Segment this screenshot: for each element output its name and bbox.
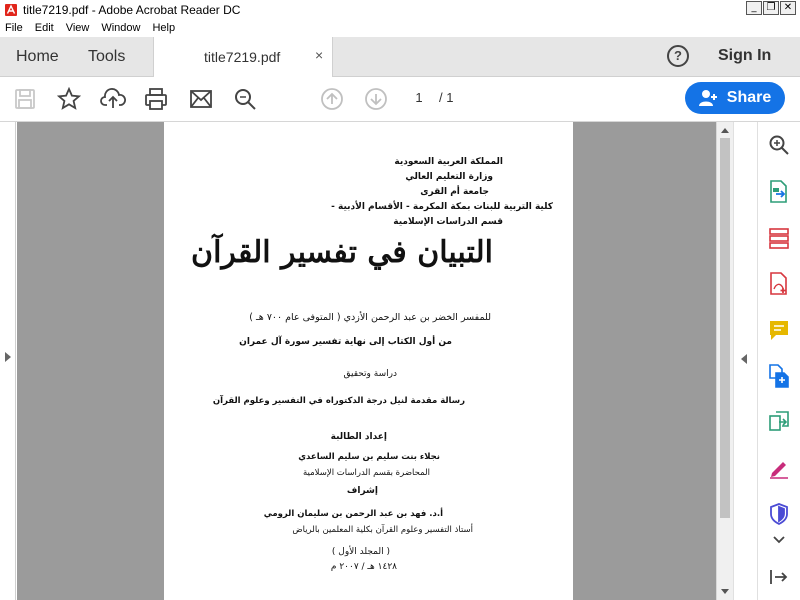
- prepared-by-label: إعداد الطالبة: [330, 432, 387, 442]
- scope-line: من أول الكتاب إلى نهاية تفسير سورة آل عم…: [239, 337, 452, 347]
- minimize-button[interactable]: _: [746, 1, 762, 15]
- tools-rail: [757, 122, 800, 600]
- export-pdf-icon[interactable]: [766, 179, 792, 205]
- right-panel-toggle[interactable]: [733, 122, 757, 600]
- document-tab-label: title7219.pdf: [204, 49, 281, 65]
- next-page-icon[interactable]: [362, 85, 390, 113]
- left-panel-toggle[interactable]: [0, 122, 16, 600]
- volume-label: ( المجلد الأول ): [331, 547, 390, 557]
- chevron-down-icon[interactable]: [766, 527, 792, 553]
- share-button[interactable]: Share: [685, 82, 785, 114]
- tab-document[interactable]: title7219.pdf ×: [153, 37, 333, 77]
- pdf-page: المملكة العربية السعودية وزارة التعليم ا…: [164, 122, 573, 600]
- publication-date: ١٤٢٨ هـ / ٢٠٠٧ م: [330, 562, 397, 572]
- study-line: دراسة وتحقيق: [343, 369, 397, 379]
- header-line-ministry: وزارة التعليم العالي: [405, 172, 493, 182]
- collapse-panel-icon[interactable]: [766, 564, 792, 590]
- header-line-department: قسم الدراسات الإسلامية: [393, 217, 503, 227]
- menu-view[interactable]: View: [66, 22, 90, 34]
- title-bar: title7219.pdf - Adobe Acrobat Reader DC …: [0, 0, 800, 19]
- menu-window[interactable]: Window: [101, 22, 140, 34]
- fill-sign-icon[interactable]: [766, 455, 792, 481]
- page-number-input[interactable]: 1: [405, 90, 433, 105]
- previous-page-icon[interactable]: [318, 85, 346, 113]
- create-pdf-icon[interactable]: [766, 271, 792, 297]
- supervision-label: إشراف: [346, 486, 378, 496]
- book-title: التبيان في تفسير القرآن: [191, 235, 493, 270]
- email-icon[interactable]: [187, 85, 215, 113]
- toolbar: 1 / 1: [0, 77, 800, 122]
- save-icon[interactable]: [11, 85, 39, 113]
- document-viewport[interactable]: المملكة العربية السعودية وزارة التعليم ا…: [17, 122, 716, 600]
- tab-tools[interactable]: Tools: [88, 48, 125, 66]
- scroll-up-arrow-icon[interactable]: [721, 128, 729, 133]
- sign-in-link[interactable]: Sign In: [718, 47, 771, 65]
- student-role: المحاضرة بقسم الدراسات الإسلامية: [303, 468, 430, 478]
- organize-pages-icon[interactable]: [766, 225, 792, 251]
- supervisor-role: أستاذ التفسير وعلوم القرآن بكلية المعلمي…: [292, 525, 473, 535]
- expand-right-arrow-icon: [741, 354, 747, 364]
- add-user-icon: [698, 90, 717, 106]
- window-title: title7219.pdf - Adobe Acrobat Reader DC: [23, 2, 241, 17]
- zoom-tool-icon[interactable]: [766, 132, 792, 158]
- menu-edit[interactable]: Edit: [35, 22, 54, 34]
- upload-cloud-icon[interactable]: [99, 85, 127, 113]
- restore-button[interactable]: ❐: [763, 1, 779, 15]
- supervisor-name: أ.د. فهد بن عبد الرحمن بن سليمان الرومي: [263, 509, 443, 519]
- expand-left-arrow-icon: [5, 352, 11, 362]
- close-window-button[interactable]: ✕: [780, 1, 796, 15]
- header-line-kingdom: المملكة العربية السعودية: [394, 157, 503, 167]
- thesis-line: رسالة مقدمة لنيل درجة الدكتوراه في التفس…: [212, 396, 465, 406]
- menu-file[interactable]: File: [5, 22, 23, 34]
- scroll-down-arrow-icon[interactable]: [721, 589, 729, 594]
- combine-files-icon[interactable]: [766, 363, 792, 389]
- acrobat-app-icon: [3, 2, 19, 18]
- menu-bar: File Edit View Window Help: [0, 19, 800, 37]
- compress-pdf-icon[interactable]: [766, 409, 792, 435]
- scrollbar-thumb[interactable]: [720, 138, 730, 518]
- help-icon[interactable]: ?: [667, 45, 689, 67]
- comment-icon[interactable]: [766, 317, 792, 343]
- bookmark-star-icon[interactable]: [55, 85, 83, 113]
- author-line: للمفسر الخضر بن عبد الرحمن الأزدي ( المت…: [249, 312, 491, 323]
- tab-home[interactable]: Home: [16, 48, 59, 66]
- search-zoom-icon[interactable]: [231, 85, 259, 113]
- protect-icon[interactable]: [766, 501, 792, 527]
- print-icon[interactable]: [142, 85, 170, 113]
- student-name: نجلاء بنت سليم بن سليم الساعدي: [298, 452, 440, 462]
- vertical-scrollbar[interactable]: [716, 122, 733, 600]
- menu-help[interactable]: Help: [152, 22, 175, 34]
- share-label: Share: [726, 89, 772, 106]
- header-line-college: كلية التربية للبنات بمكة المكرمة - الأقس…: [331, 202, 553, 212]
- page-total: / 1: [439, 90, 454, 105]
- tab-row: Home Tools title7219.pdf × ? Sign In: [0, 37, 800, 77]
- close-tab-icon[interactable]: ×: [315, 47, 323, 63]
- header-line-university: جامعة أم القرى: [420, 187, 489, 197]
